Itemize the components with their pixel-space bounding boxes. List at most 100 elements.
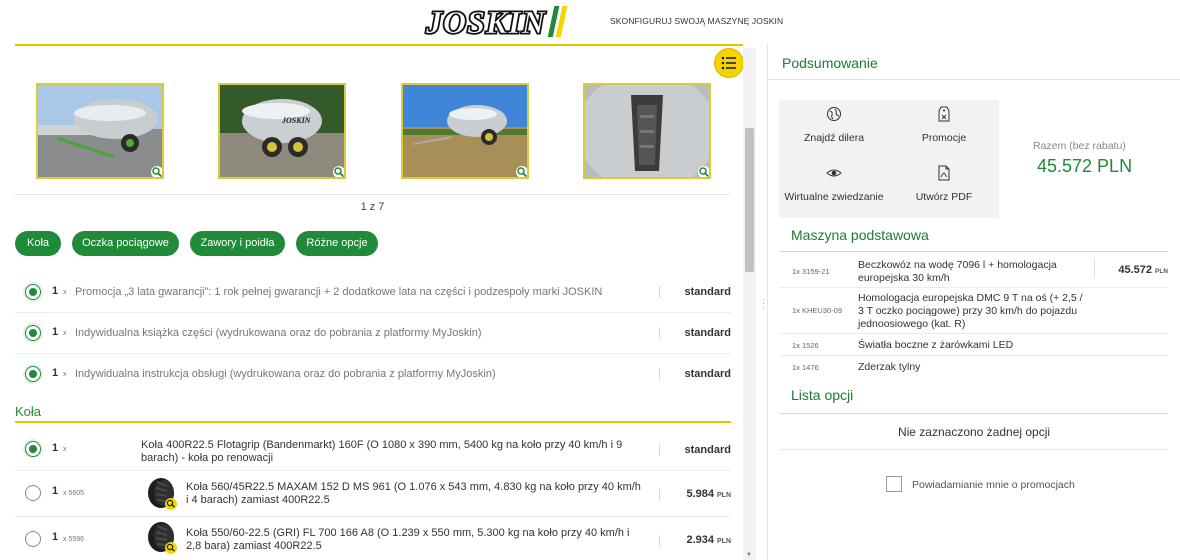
chip-kola[interactable]: Koła	[15, 231, 61, 256]
gallery-image-tanker-field[interactable]	[401, 83, 529, 179]
row-code: x 5605	[63, 490, 85, 497]
chip-zawory-i-poidla[interactable]: Zawory i poidła	[190, 231, 285, 256]
notify-promotions-label[interactable]: Powiadamianie mnie o promocjach	[912, 479, 1075, 491]
row-price: standard	[684, 286, 731, 298]
row-separator	[659, 489, 660, 501]
radio-selected[interactable]	[25, 366, 41, 382]
tyre-image[interactable]	[145, 476, 181, 512]
find-dealer-button[interactable]: Znajdź dilera	[779, 106, 889, 144]
svg-text:JOSKIN: JOSKIN	[281, 116, 312, 125]
scrollbar-thumb[interactable]	[745, 128, 754, 272]
options-divider	[780, 413, 1168, 414]
find-dealer-label: Znajdź dilera	[803, 132, 865, 144]
base-machine-title: Maszyna podstawowa	[791, 227, 929, 243]
row-times: x	[63, 330, 67, 337]
section-title-kola: Koła	[15, 404, 42, 419]
row-separator	[659, 368, 660, 380]
zoom-icon[interactable]	[151, 166, 162, 177]
virtual-tour-button[interactable]: Wirtualne zwiedzanie	[779, 165, 889, 203]
row-qty: 1	[52, 367, 59, 379]
row-times: x	[63, 446, 67, 453]
item-description: Zderzak tylny	[858, 361, 921, 373]
actions-box: Znajdź dilera Promocje Wirtualne zwiedza…	[779, 100, 999, 218]
tyre-image[interactable]	[145, 520, 181, 556]
zoom-icon[interactable]	[698, 166, 709, 177]
resize-handle-icon[interactable]: · · ·	[762, 296, 765, 312]
base-machine-divider	[780, 251, 1168, 252]
gallery-image-tanker-rear[interactable]	[36, 83, 164, 179]
yellow-divider	[15, 44, 743, 46]
row-separator	[659, 327, 660, 339]
tagline: SKONFIGURUJ SWOJĄ MASZYNĘ JOSKIN	[610, 16, 784, 26]
chip-rozne-opcje[interactable]: Różne opcje	[296, 231, 378, 256]
globe-icon	[827, 107, 841, 121]
row-times: x	[63, 371, 67, 378]
item-code: 1x KHEU30-09	[792, 306, 843, 315]
item-code: 1x 1526	[792, 341, 819, 350]
left-scrollbar[interactable]: ▼	[743, 48, 756, 560]
gallery-image-tanker-side[interactable]: JOSKIN	[218, 83, 346, 179]
summary-divider	[768, 79, 1180, 80]
item-description: Światła boczne z żarówkami LED	[858, 339, 1014, 351]
gallery-pager: 1 z 7	[360, 201, 385, 213]
row-qty: 1	[52, 285, 59, 297]
promotions-button[interactable]: Promocje	[889, 106, 999, 144]
base-row-bumper: 1x 1476 Zderzak tylny	[780, 356, 1168, 378]
configurator-main: JOSKIN 1 z 7 Koła Oczka pociągowe Zawory…	[0, 44, 760, 560]
pdf-file-icon	[938, 165, 950, 181]
row-description: Indywidualna książka części (wydrukowana…	[75, 327, 482, 339]
item-code: 1x 3159-21	[792, 267, 830, 276]
eye-icon	[826, 169, 842, 177]
base-row-homologation: 1x KHEU30-09 Homologacja europejska DMC …	[780, 288, 1168, 334]
row-separator	[659, 535, 660, 547]
row-description: Promocja „3 lata gwarancji”: 1 rok pełne…	[75, 286, 603, 298]
chip-oczka-pociagowe[interactable]: Oczka pociągowe	[72, 231, 179, 256]
total-label: Razem (bez rabatu)	[1033, 140, 1126, 152]
radio-selected[interactable]	[25, 441, 41, 457]
radio-selected[interactable]	[25, 325, 41, 341]
zoom-icon[interactable]	[333, 166, 344, 177]
row-price: standard	[684, 327, 731, 339]
no-options-message: Nie zaznaczono żadnej opcji	[897, 425, 1051, 439]
create-pdf-button[interactable]: Utwórz PDF	[889, 165, 999, 203]
row-description: Koła 550/60-22.5 (GRI) FL 700 166 A8 (O …	[186, 527, 630, 552]
gallery-image-tanker-interior[interactable]	[583, 83, 711, 179]
row-description: Indywidualna instrukcja obsługi (wydruko…	[75, 368, 496, 380]
zoom-icon[interactable]	[516, 166, 527, 177]
base-row-tanker: 1x 3159-21 Beczkowóz na wodę 7096 l + ho…	[780, 254, 1168, 288]
row-price: 5.984 PLN	[686, 488, 731, 500]
option-row-manual[interactable]: 1 x Indywidualna instrukcja obsługi (wyd…	[15, 354, 731, 395]
row-times: x	[63, 289, 67, 296]
wheel-row-5605[interactable]: 1 x 5605 Koła 560/45R22.5 MAXAM 152 D MS…	[15, 471, 731, 517]
item-price: 45.572 PLN	[1118, 264, 1168, 276]
wheel-row-standard[interactable]: 1 x Koła 400R22.5 Flotagrip (Bandenmarkt…	[15, 430, 731, 471]
radio-selected[interactable]	[25, 284, 41, 300]
list-icon	[721, 56, 736, 70]
menu-button[interactable]	[714, 48, 744, 78]
row-separator	[659, 286, 660, 298]
summary-panel: Podsumowanie Znajdź dilera Promocje Wirt…	[768, 44, 1180, 560]
base-row-lights: 1x 1526 Światła boczne z żarówkami LED	[780, 334, 1168, 356]
wheel-row-5596[interactable]: 1 x 5596 Koła 550/60-22.5 (GRI) FL 700 1…	[15, 517, 731, 560]
promotions-label: Promocje	[921, 132, 967, 144]
row-price: 2.934 PLN	[686, 534, 731, 546]
row-price: standard	[684, 444, 731, 456]
summary-title: Podsumowanie	[782, 55, 878, 71]
item-description: Homologacja europejska DMC 9 T na oś (+ …	[858, 292, 1083, 330]
price-tag-icon	[938, 106, 950, 122]
gallery-divider	[15, 194, 730, 195]
scroll-down-icon[interactable]: ▼	[746, 552, 752, 558]
create-pdf-label: Utwórz PDF	[915, 191, 973, 203]
row-separator	[659, 444, 660, 456]
row-qty: 1	[52, 326, 59, 338]
notify-promotions-checkbox[interactable]	[886, 476, 902, 492]
option-row-parts-book[interactable]: 1 x Indywidualna książka części (wydruko…	[15, 313, 731, 354]
item-code: 1x 1476	[792, 363, 819, 372]
radio-unselected[interactable]	[25, 531, 41, 547]
joskin-logo[interactable]: JOSKIN JOSKIN	[424, 3, 600, 41]
radio-unselected[interactable]	[25, 485, 41, 501]
svg-text:JOSKIN: JOSKIN	[425, 4, 547, 40]
option-row-warranty[interactable]: 1 x Promocja „3 lata gwarancji”: 1 rok p…	[15, 272, 731, 313]
row-description: Koła 400R22.5 Flotagrip (Bandenmarkt) 16…	[141, 439, 623, 464]
header: JOSKIN JOSKIN SKONFIGURUJ SWOJĄ MASZYNĘ …	[0, 0, 1180, 44]
